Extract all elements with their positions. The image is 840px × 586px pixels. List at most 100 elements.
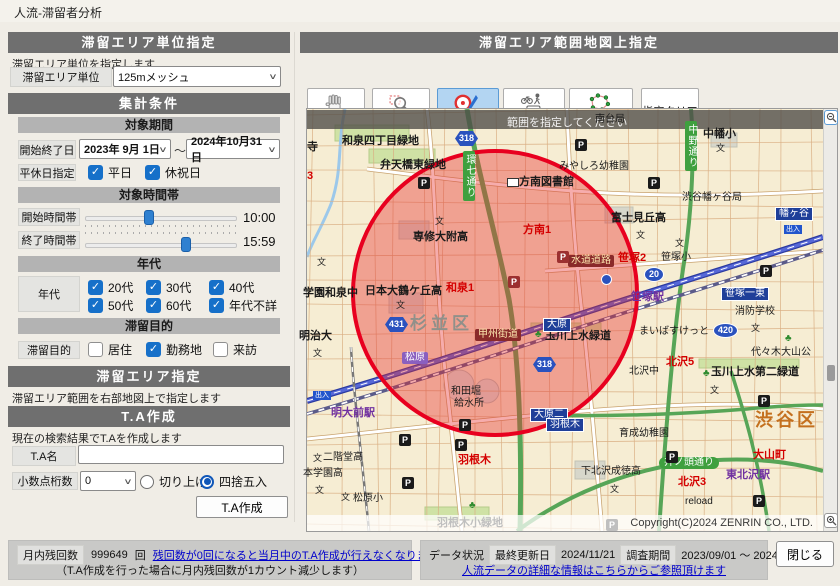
checkbox-label: 30代 bbox=[166, 279, 191, 296]
data-status-box: データ状況 最終更新日 2024/11/21 調査期間 2023/09/01 ～… bbox=[420, 540, 768, 580]
checkbox-label: 来訪 bbox=[233, 341, 257, 358]
checkbox-icon bbox=[209, 298, 224, 313]
slider-thumb[interactable] bbox=[144, 210, 154, 225]
start-time-value: 10:00 bbox=[243, 210, 276, 225]
start-date-select[interactable]: 2023年 9月 1日∨ bbox=[79, 139, 171, 159]
checkbox-icon bbox=[88, 280, 103, 295]
chevron-down-icon: ∨ bbox=[267, 145, 276, 154]
radio-round-up[interactable]: 切り上げ bbox=[140, 473, 207, 490]
section-header-map-spec: 滞留エリア範囲地図上指定 bbox=[300, 32, 838, 53]
checkbox-label: 年代不詳 bbox=[229, 297, 277, 314]
map-panel: 滞留エリア範囲地図上指定 地図移動 範囲拡大 ▼ bbox=[300, 32, 838, 532]
subheader-age: 年代 bbox=[18, 256, 280, 272]
chevron-down-icon: ∨ bbox=[158, 145, 167, 154]
map-copyright-bar: Copyright(C)2024 ZENRIN CO., LTD. bbox=[307, 515, 823, 531]
chevron-down-icon: ∨ bbox=[268, 72, 277, 81]
app-window: 人流-滞留者分析 滞留エリア単位指定 滞留エリア単位を指定します 滞留エリア単位… bbox=[0, 0, 840, 586]
start-time-slider[interactable] bbox=[85, 208, 237, 228]
slider-ticks bbox=[85, 225, 237, 227]
subheader-purpose: 滞留目的 bbox=[18, 318, 280, 334]
subheader-time-range: 対象時間帯 bbox=[18, 187, 280, 203]
section-header-area-spec: 滞留エリア指定 bbox=[8, 366, 290, 387]
decimal-digits-value: 0 bbox=[85, 475, 91, 487]
radio-round-half[interactable]: 四捨五入 bbox=[200, 473, 267, 490]
checkbox-icon bbox=[88, 342, 103, 357]
ta-name-input[interactable] bbox=[78, 445, 284, 464]
date-tilde: ～ bbox=[174, 142, 186, 159]
checkbox-purpose-residence[interactable]: 居住 bbox=[88, 341, 132, 358]
checkbox-age-40s[interactable]: 40代 bbox=[209, 279, 254, 296]
zoom-out-button[interactable] bbox=[824, 110, 838, 125]
checkbox-age-60s[interactable]: 60代 bbox=[146, 297, 191, 314]
quota-warning-link[interactable]: 残回数が0回になると当月中のT.A作成が行えなくなります bbox=[153, 547, 439, 563]
selection-circle[interactable] bbox=[353, 151, 637, 435]
checkbox-purpose-work[interactable]: 勤務地 bbox=[146, 341, 202, 358]
map-viewport[interactable]: 範囲を指定してください 和泉四丁目緑地弁天橋東緑地専修大附高日本大鶴ケ丘高学園和… bbox=[306, 108, 838, 532]
people-flow-info-link[interactable]: 人流データの詳細な情報はこちらからご参照頂けます bbox=[462, 565, 726, 577]
checkbox-age-30s[interactable]: 30代 bbox=[146, 279, 191, 296]
checkbox-label: 50代 bbox=[108, 297, 133, 314]
checkbox-icon bbox=[145, 165, 160, 180]
slider-track[interactable] bbox=[85, 216, 237, 221]
checkbox-age-20s[interactable]: 20代 bbox=[88, 279, 133, 296]
panel-divider bbox=[294, 32, 295, 522]
ta-name-label: T.A名 bbox=[12, 446, 76, 466]
checkbox-weekday[interactable]: 平日 bbox=[88, 164, 132, 181]
end-time-slider[interactable] bbox=[85, 232, 237, 252]
age-label: 年代 bbox=[18, 276, 80, 312]
end-time-value: 15:59 bbox=[243, 234, 276, 249]
checkbox-icon bbox=[146, 280, 161, 295]
map-zoom-rail[interactable] bbox=[823, 109, 837, 531]
checkbox-label: 居住 bbox=[108, 341, 132, 358]
chevron-down-icon: ∨ bbox=[123, 477, 132, 486]
map-tooltip-strip: 範囲を指定してください bbox=[307, 110, 823, 129]
end-date-select[interactable]: 2024年10月31日∨ bbox=[186, 139, 280, 159]
ta-create-description: 現在の検索結果でT.Aを作成します bbox=[12, 430, 182, 446]
decimal-digits-label: 小数点桁数 bbox=[12, 472, 78, 490]
radio-label: 四捨五入 bbox=[219, 473, 267, 490]
area-unit-value: 125mメッシュ bbox=[118, 69, 190, 85]
end-date-value: 2024年10月31日 bbox=[191, 133, 269, 165]
quota-note: （T.A作成を行った場合に月内残回数が1カウント減少します） bbox=[9, 562, 411, 578]
decimal-digits-select[interactable]: 0∨ bbox=[80, 471, 136, 491]
checkbox-icon bbox=[213, 342, 228, 357]
checkbox-purpose-visit[interactable]: 来訪 bbox=[213, 341, 257, 358]
section-header-aggregation: 集計条件 bbox=[8, 93, 290, 114]
quota-status-box: 月内残回数 999649 回 残回数が0回になると当月中のT.A作成が行えなくな… bbox=[8, 540, 412, 580]
area-spec-description: 滞留エリア範囲を右部地図上で指定します bbox=[12, 390, 221, 406]
zoom-in-button[interactable] bbox=[824, 513, 838, 528]
data-status-label: データ状況 bbox=[429, 547, 484, 563]
checkbox-icon bbox=[209, 280, 224, 295]
checkbox-icon bbox=[88, 165, 103, 180]
magnifier-plus-icon bbox=[826, 515, 837, 526]
radio-icon bbox=[140, 475, 154, 489]
title-bar: 人流-滞留者分析 bbox=[0, 0, 840, 22]
slider-track[interactable] bbox=[85, 243, 237, 248]
radio-icon bbox=[200, 475, 214, 489]
section-header-area-unit: 滞留エリア単位指定 bbox=[8, 32, 290, 53]
map-canvas[interactable] bbox=[307, 109, 823, 531]
left-panel: 滞留エリア単位指定 滞留エリア単位を指定します 滞留エリア単位 125mメッシュ… bbox=[8, 32, 290, 522]
slider-ticks bbox=[85, 232, 237, 234]
slider-thumb[interactable] bbox=[181, 237, 191, 252]
checkbox-label: 勤務地 bbox=[166, 341, 202, 358]
checkbox-icon bbox=[88, 298, 103, 313]
checkbox-label: 平日 bbox=[108, 164, 132, 181]
start-date-value: 2023年 9月 1日 bbox=[84, 141, 160, 157]
magnifier-minus-icon bbox=[826, 112, 837, 123]
quota-value: 999649 bbox=[91, 549, 128, 561]
quota-unit: 回 bbox=[135, 547, 146, 563]
checkbox-label: 休祝日 bbox=[165, 164, 201, 181]
zoom-slider-thumb[interactable] bbox=[827, 365, 835, 381]
window-title: 人流-滞留者分析 bbox=[14, 4, 102, 21]
checkbox-age-unknown[interactable]: 年代不詳 bbox=[209, 297, 277, 314]
checkbox-label: 20代 bbox=[108, 279, 133, 296]
checkbox-age-50s[interactable]: 50代 bbox=[88, 297, 133, 314]
start-time-label: 開始時間帯 bbox=[18, 208, 80, 226]
checkbox-holiday[interactable]: 休祝日 bbox=[145, 164, 201, 181]
area-unit-select[interactable]: 125mメッシュ ∨ bbox=[113, 66, 281, 87]
close-button[interactable]: 閉じる bbox=[776, 541, 834, 567]
date-range-label: 開始終了日 bbox=[18, 140, 76, 159]
ta-create-button[interactable]: T.A作成 bbox=[196, 496, 288, 518]
last-update-value: 2024/11/21 bbox=[561, 549, 615, 561]
